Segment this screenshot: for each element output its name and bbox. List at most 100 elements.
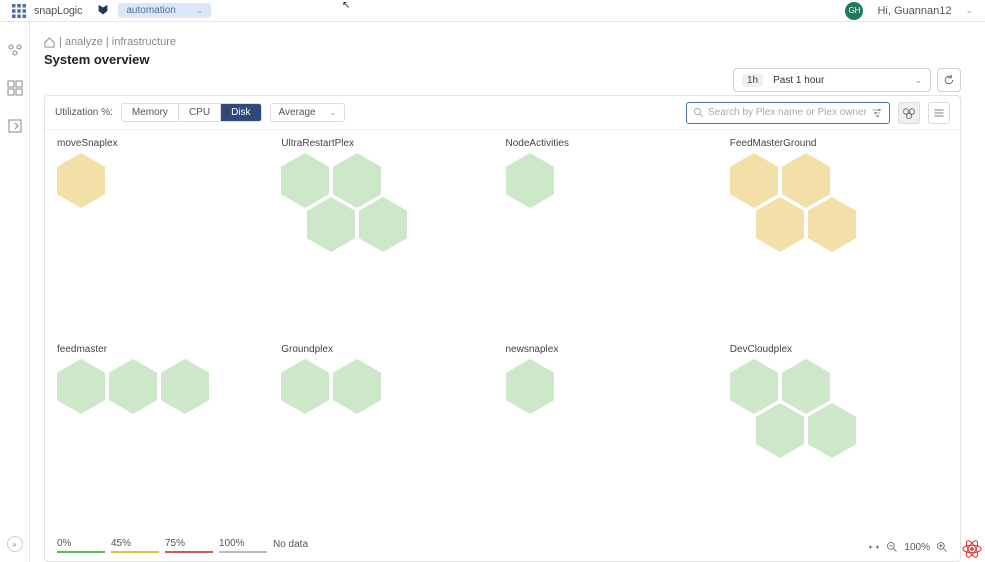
refresh-button[interactable] xyxy=(937,68,961,92)
view-list-button[interactable] xyxy=(928,102,950,124)
hex-grid-icon xyxy=(903,107,915,119)
segment-memory[interactable]: Memory xyxy=(122,104,179,121)
chevron-down-icon: ⌄ xyxy=(196,5,204,16)
plex-name: FeedMasterGround xyxy=(730,138,948,149)
legend-bar xyxy=(165,551,213,553)
hex-node[interactable] xyxy=(756,197,804,252)
hex-node[interactable] xyxy=(57,359,105,414)
user-menu-chevron-icon[interactable]: ⌄ xyxy=(965,5,973,16)
react-devtools-icon xyxy=(961,538,983,560)
plex-cell: Groundplex xyxy=(281,344,499,544)
chevron-down-icon: ⌄ xyxy=(914,75,922,86)
hex-node[interactable] xyxy=(57,153,105,208)
plex-cell: UltraRestartPlex xyxy=(281,138,499,338)
hex-cluster xyxy=(730,359,948,469)
plex-name: DevCloudplex xyxy=(730,344,948,355)
legend-segment: 100% xyxy=(219,538,273,553)
hex-node[interactable] xyxy=(506,359,554,414)
plex-cell: moveSnaplex xyxy=(57,138,275,338)
zoom-level: 100% xyxy=(904,542,930,553)
legend-label: 100% xyxy=(219,538,245,549)
legend-bar xyxy=(219,551,267,553)
search-input[interactable] xyxy=(708,107,867,118)
hex-cluster xyxy=(281,359,499,469)
legend-bar xyxy=(57,551,105,553)
chevron-down-icon: ⌄ xyxy=(330,108,337,117)
hex-node[interactable] xyxy=(307,197,355,252)
avatar[interactable]: GH xyxy=(845,2,863,20)
hex-node[interactable] xyxy=(333,359,381,414)
legend-label: 75% xyxy=(165,538,185,549)
hex-cluster xyxy=(57,153,275,263)
fit-width-icon[interactable] xyxy=(868,541,880,553)
apps-waffle-icon[interactable] xyxy=(12,4,26,18)
legend-label: 0% xyxy=(57,538,71,549)
aggregation-select[interactable]: Average ⌄ xyxy=(270,103,346,122)
list-icon xyxy=(933,107,945,119)
plex-cell: newsnaplex xyxy=(506,344,724,544)
legend: 0% 45%75% 100% No data xyxy=(57,538,327,553)
legend-bar xyxy=(111,551,159,553)
page-title: System overview xyxy=(44,52,961,67)
plex-name: Groundplex xyxy=(281,344,499,355)
hex-node[interactable] xyxy=(506,153,554,208)
nav-collapse-button[interactable]: » xyxy=(7,536,23,552)
nav-item-dashboards-icon[interactable] xyxy=(7,42,23,58)
zoom-in-icon[interactable] xyxy=(936,541,948,553)
plex-name: NodeActivities xyxy=(506,138,724,149)
plex-name: moveSnaplex xyxy=(57,138,275,149)
hex-cluster xyxy=(506,359,724,469)
main-content: | analyze | infrastructure System overvi… xyxy=(30,22,975,562)
view-hex-button[interactable] xyxy=(898,102,920,124)
hex-node[interactable] xyxy=(359,197,407,252)
hex-cluster xyxy=(506,153,724,263)
aggregation-label: Average xyxy=(279,107,316,118)
segment-disk[interactable]: Disk xyxy=(221,104,260,121)
left-nav: » xyxy=(0,22,30,562)
hex-node[interactable] xyxy=(109,359,157,414)
plex-name: UltraRestartPlex xyxy=(281,138,499,149)
plex-cell: DevCloudplex xyxy=(730,344,948,544)
brand-logo-icon xyxy=(96,4,110,18)
hex-node[interactable] xyxy=(808,197,856,252)
brand-label: snapLogic xyxy=(34,5,82,17)
org-selector[interactable]: automation ⌄ xyxy=(118,3,211,18)
plex-name: feedmaster xyxy=(57,344,275,355)
org-label: automation xyxy=(126,5,175,16)
plex-cell: feedmaster xyxy=(57,344,275,544)
legend-segment: 45% xyxy=(111,538,165,553)
nav-item-export-icon[interactable] xyxy=(7,118,23,134)
hex-node[interactable] xyxy=(281,359,329,414)
hex-node[interactable] xyxy=(808,403,856,458)
legend-segment: 0% xyxy=(57,538,111,553)
zoom-controls: 100% xyxy=(868,541,948,553)
nav-item-grid-icon[interactable] xyxy=(7,80,23,96)
filter-icon[interactable] xyxy=(871,107,883,119)
plex-grid: moveSnaplex UltraRestartPlex NodeActivitie… xyxy=(45,130,960,561)
time-controls: 1h Past 1 hour ⌄ xyxy=(733,68,961,92)
search-box xyxy=(686,102,890,124)
breadcrumb-path: | analyze | infrastructure xyxy=(59,36,176,48)
time-range-picker[interactable]: 1h Past 1 hour ⌄ xyxy=(733,68,931,92)
search-icon xyxy=(693,107,704,118)
time-tag: 1h xyxy=(742,74,763,87)
time-label: Past 1 hour xyxy=(773,75,824,86)
top-header: snapLogic automation ⌄ GH Hi, Guannan12 … xyxy=(0,0,985,22)
legend-label: No data xyxy=(273,539,308,550)
hex-cluster xyxy=(57,359,275,469)
hex-node[interactable] xyxy=(161,359,209,414)
utilization-label: Utilization %: xyxy=(55,107,113,118)
hex-cluster xyxy=(281,153,499,263)
refresh-icon xyxy=(943,74,955,86)
hex-node[interactable] xyxy=(756,403,804,458)
user-greeting: Hi, Guannan12 xyxy=(877,5,951,17)
plex-cell: FeedMasterGround xyxy=(730,138,948,338)
metric-segment: MemoryCPUDisk xyxy=(121,103,262,122)
plex-name: newsnaplex xyxy=(506,344,724,355)
home-icon[interactable] xyxy=(44,37,55,48)
breadcrumb: | analyze | infrastructure xyxy=(44,36,961,48)
legend-segment: 75% xyxy=(165,538,219,553)
overview-panel: Utilization %: MemoryCPUDisk Average ⌄ m… xyxy=(44,95,961,562)
zoom-out-icon[interactable] xyxy=(886,541,898,553)
segment-cpu[interactable]: CPU xyxy=(179,104,221,121)
